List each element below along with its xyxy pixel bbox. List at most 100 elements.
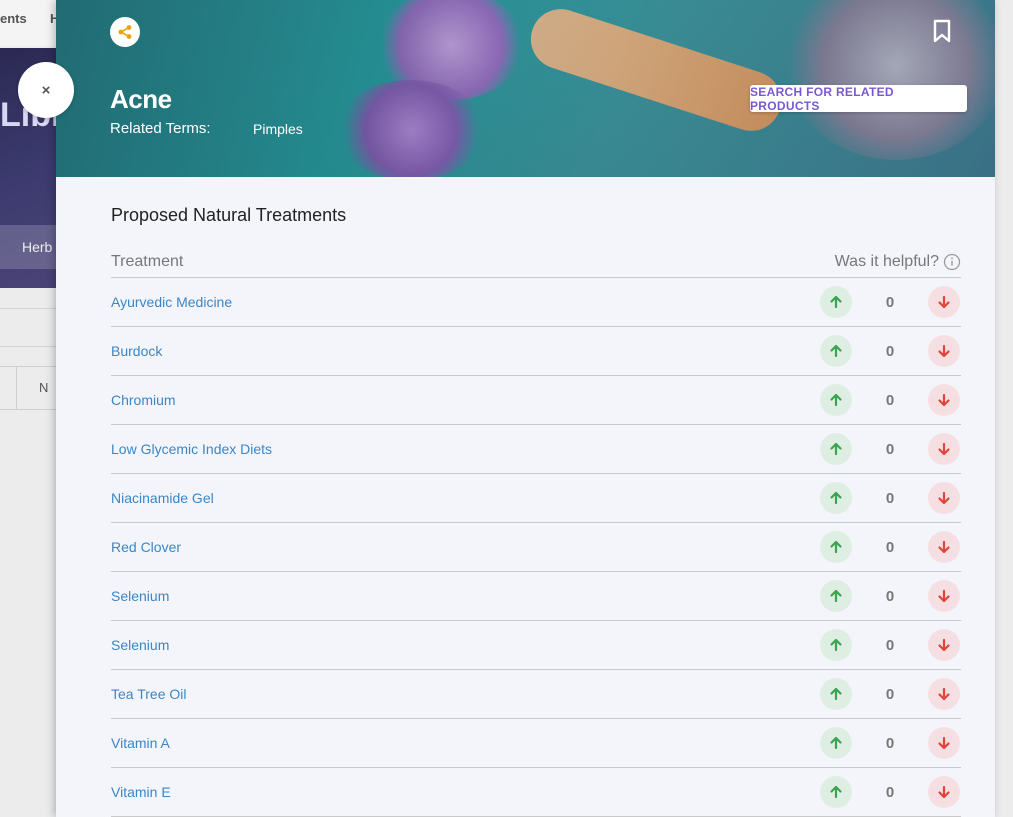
downvote-button[interactable] [928, 482, 960, 514]
table-row: Ayurvedic Medicine 0 [111, 278, 961, 327]
arrow-down-icon [938, 785, 950, 799]
downvote-button[interactable] [928, 531, 960, 563]
info-icon[interactable] [943, 253, 961, 271]
treatment-link[interactable]: Vitamin A [111, 735, 170, 751]
treatment-link[interactable]: Burdock [111, 343, 162, 359]
arrow-down-icon [938, 393, 950, 407]
upvote-button[interactable] [820, 335, 852, 367]
share-icon [118, 25, 132, 39]
table-row: Low Glycemic Index Diets 0 [111, 425, 961, 474]
treatments-table: Treatment Was it helpful? Ayurvedic Medi… [111, 246, 961, 817]
vote-count: 0 [885, 735, 895, 752]
arrow-down-icon [938, 491, 950, 505]
arrow-up-icon [830, 442, 842, 456]
table-row: Tea Tree Oil 0 [111, 670, 961, 719]
upvote-button[interactable] [820, 286, 852, 318]
background-column-header: N [39, 380, 49, 395]
treatment-link[interactable]: Ayurvedic Medicine [111, 294, 232, 310]
downvote-button[interactable] [928, 776, 960, 808]
downvote-button[interactable] [928, 286, 960, 318]
arrow-up-icon [830, 687, 842, 701]
upvote-button[interactable] [820, 580, 852, 612]
downvote-button[interactable] [928, 727, 960, 759]
section-title: Proposed Natural Treatments [111, 205, 347, 225]
table-row: Vitamin A 0 [111, 719, 961, 768]
column-header-helpful: Was it helpful? [835, 253, 961, 271]
arrow-up-icon [830, 491, 842, 505]
downvote-button[interactable] [928, 335, 960, 367]
bookmark-button[interactable] [932, 19, 952, 48]
hero-banner: Acne Related Terms: Pimples SEARCH FOR R… [56, 0, 995, 177]
table-row: Selenium 0 [111, 621, 961, 670]
upvote-button[interactable] [820, 482, 852, 514]
column-header-helpful-label: Was it helpful? [834, 253, 939, 270]
background-hero-tab-label: Herb [22, 239, 53, 255]
vote-count: 0 [885, 343, 895, 360]
share-button[interactable] [110, 17, 140, 47]
upvote-button[interactable] [820, 776, 852, 808]
downvote-button[interactable] [928, 580, 960, 612]
downvote-button[interactable] [928, 629, 960, 661]
arrow-up-icon [830, 785, 842, 799]
table-row: Red Clover 0 [111, 523, 961, 572]
condition-title: Acne [110, 84, 172, 114]
arrow-down-icon [938, 687, 950, 701]
bookmark-icon [933, 19, 951, 43]
close-icon: × [41, 81, 51, 99]
table-row: Niacinamide Gel 0 [111, 474, 961, 523]
downvote-button[interactable] [928, 678, 960, 710]
treatment-link[interactable]: Selenium [111, 637, 169, 653]
treatment-link[interactable]: Chromium [111, 392, 176, 408]
divider [0, 346, 60, 347]
arrow-down-icon [938, 638, 950, 652]
downvote-button[interactable] [928, 384, 960, 416]
treatment-link[interactable]: Low Glycemic Index Diets [111, 441, 272, 457]
background-hero-tab[interactable]: Herb [0, 225, 60, 269]
table-row: Vitamin E 0 [111, 768, 961, 817]
vote-count: 0 [885, 490, 895, 507]
arrow-up-icon [830, 589, 842, 603]
close-button[interactable]: × [18, 62, 74, 118]
table-row: Selenium 0 [111, 572, 961, 621]
upvote-button[interactable] [820, 531, 852, 563]
treatment-link[interactable]: Tea Tree Oil [111, 686, 186, 702]
arrow-up-icon [830, 736, 842, 750]
upvote-button[interactable] [820, 629, 852, 661]
arrow-up-icon [830, 295, 842, 309]
background-table-header: N [0, 366, 60, 410]
table-header: Treatment Was it helpful? [111, 246, 961, 278]
upvote-button[interactable] [820, 678, 852, 710]
column-header-treatment: Treatment [111, 253, 184, 270]
treatment-link[interactable]: Niacinamide Gel [111, 490, 214, 506]
treatment-link[interactable]: Vitamin E [111, 784, 171, 800]
related-terms-value: Pimples [253, 121, 303, 137]
arrow-down-icon [938, 589, 950, 603]
arrow-down-icon [938, 736, 950, 750]
arrow-up-icon [830, 393, 842, 407]
vote-count: 0 [885, 392, 895, 409]
table-row: Chromium 0 [111, 376, 961, 425]
vote-count: 0 [885, 588, 895, 605]
table-row: Burdock 0 [111, 327, 961, 376]
divider [0, 308, 60, 309]
divider [16, 367, 17, 409]
arrow-up-icon [830, 540, 842, 554]
treatment-link[interactable]: Selenium [111, 588, 169, 604]
background-nav-item[interactable]: ents [0, 11, 27, 26]
background-top-nav: ents H [0, 0, 60, 46]
vote-count: 0 [885, 441, 895, 458]
table-body: Ayurvedic Medicine 0 Burdock 0 Chromium 0 Low … [111, 278, 961, 817]
downvote-button[interactable] [928, 433, 960, 465]
arrow-down-icon [938, 344, 950, 358]
related-terms-label: Related Terms: [110, 120, 211, 137]
arrow-up-icon [830, 638, 842, 652]
search-related-products-button[interactable]: SEARCH FOR RELATED PRODUCTS [750, 85, 967, 113]
upvote-button[interactable] [820, 727, 852, 759]
treatment-link[interactable]: Red Clover [111, 539, 181, 555]
upvote-button[interactable] [820, 384, 852, 416]
upvote-button[interactable] [820, 433, 852, 465]
vote-count: 0 [885, 294, 895, 311]
arrow-down-icon [938, 442, 950, 456]
vote-count: 0 [885, 637, 895, 654]
arrow-down-icon [938, 540, 950, 554]
